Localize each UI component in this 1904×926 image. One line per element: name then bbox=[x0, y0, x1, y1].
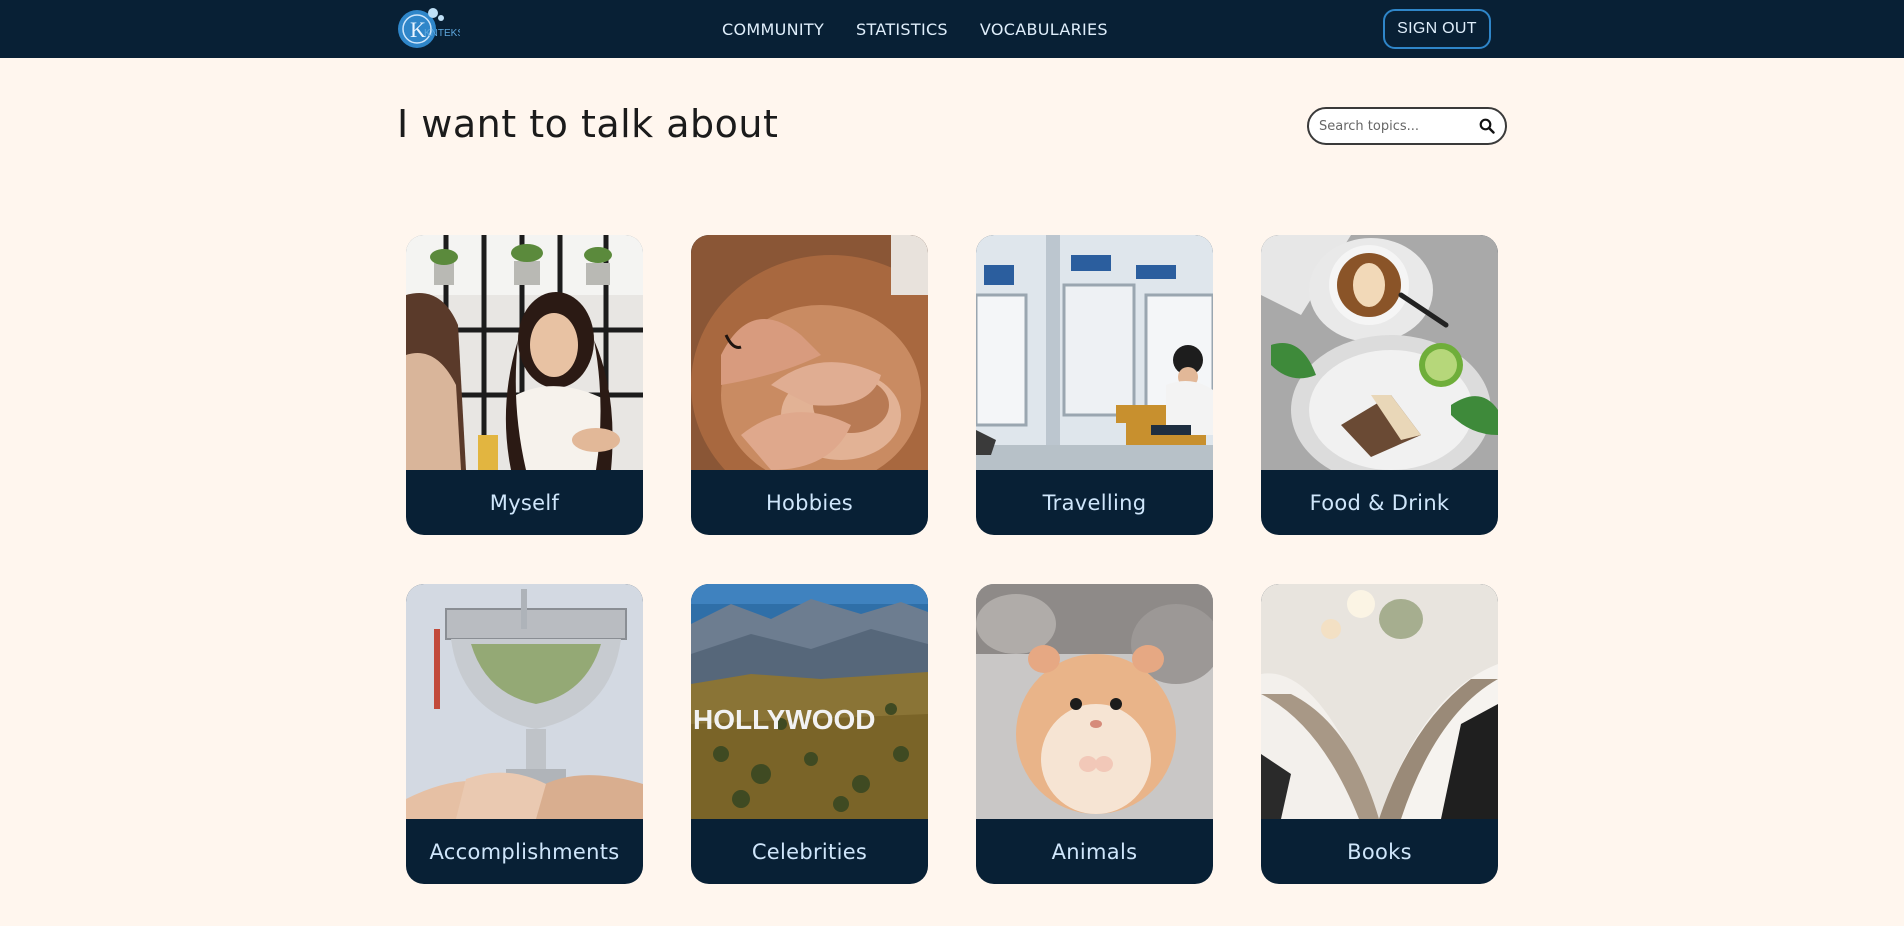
topic-card-food-drink[interactable]: Food & Drink bbox=[1261, 235, 1498, 535]
topic-card-celebrities[interactable]: HOLLYWOOD Celebrities bbox=[691, 584, 928, 884]
pottery-wheel-image bbox=[691, 235, 928, 470]
hollywood-sign: HOLLYWOOD bbox=[693, 704, 876, 735]
topic-card-myself[interactable]: Myself bbox=[406, 235, 643, 535]
nav-community[interactable]: COMMUNITY bbox=[722, 20, 824, 39]
topic-label: Celebrities bbox=[751, 839, 868, 864]
page-title: I want to talk about bbox=[397, 102, 779, 146]
topic-label: Hobbies bbox=[765, 490, 854, 515]
topic-card-accomplishments[interactable]: Accomplishments bbox=[406, 584, 643, 884]
topic-label: Myself bbox=[489, 490, 560, 515]
topic-card-animals[interactable]: Animals bbox=[976, 584, 1213, 884]
nav-vocabularies[interactable]: VOCABULARIES bbox=[980, 20, 1108, 39]
topic-label: Accomplishments bbox=[429, 839, 620, 864]
top-navbar: K KNTEKS COMMUNITY STATISTICS VOCABULARI… bbox=[0, 0, 1904, 58]
train-interior-image bbox=[976, 235, 1213, 470]
hollywood-sign-image: HOLLYWOOD bbox=[691, 584, 928, 819]
search-icon[interactable] bbox=[1479, 118, 1495, 134]
open-book-image bbox=[1261, 584, 1498, 819]
search-box bbox=[1307, 107, 1507, 145]
app-logo[interactable]: K KNTEKS bbox=[396, 6, 464, 52]
main-nav: COMMUNITY STATISTICS VOCABULARIES bbox=[722, 0, 1108, 58]
topic-label: Food & Drink bbox=[1309, 490, 1450, 515]
topic-card-hobbies[interactable]: Hobbies bbox=[691, 235, 928, 535]
topic-label: Books bbox=[1347, 839, 1412, 864]
search-input[interactable] bbox=[1319, 118, 1469, 134]
logo-mark: K KNTEKS bbox=[398, 8, 464, 48]
topic-card-books[interactable]: Books bbox=[1261, 584, 1498, 884]
topic-card-travelling[interactable]: Travelling bbox=[976, 235, 1213, 535]
nav-statistics[interactable]: STATISTICS bbox=[856, 20, 948, 39]
topic-label: Animals bbox=[1051, 839, 1138, 864]
hamster-image bbox=[976, 584, 1213, 819]
two-women-talking-image bbox=[406, 235, 643, 470]
topic-label: Travelling bbox=[1042, 490, 1147, 515]
sign-out-button[interactable]: SIGN OUT bbox=[1383, 9, 1491, 49]
logo-text: KNTEKS bbox=[424, 28, 460, 39]
coffee-and-cake-image bbox=[1261, 235, 1498, 470]
trophy-hands-image bbox=[406, 584, 643, 819]
